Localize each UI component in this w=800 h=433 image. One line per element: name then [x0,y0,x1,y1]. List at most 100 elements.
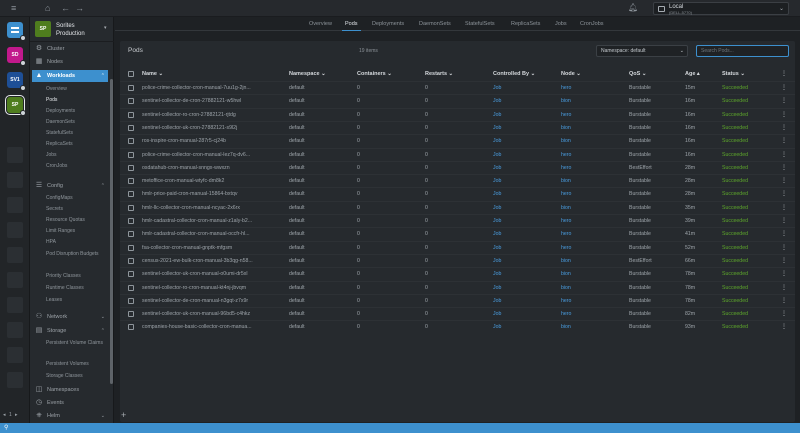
row-menu-icon[interactable]: ⋮ [781,244,787,252]
row-checkbox[interactable] [128,85,134,91]
tab-cronjobs[interactable]: CronJobs [580,19,604,29]
hotbar-empty-slot[interactable] [7,322,23,338]
sidebar-item-workloads[interactable]: ▲ Workloads ⌃ [32,70,108,82]
cluster-selector[interactable]: Local (DELL-5770) ⌄ [653,2,789,15]
column-header-containers[interactable]: Containers ⌄ [357,69,392,79]
table-row[interactable]: ros-inspire-cron-manual-287r5-cj24b defau… [120,134,795,147]
hotbar-catalog[interactable] [7,22,26,41]
pod-controlled-by[interactable]: Job [493,204,553,212]
sidebar-subitem-storage-classes[interactable]: Storage Classes [46,373,110,379]
pod-controlled-by[interactable]: Job [493,164,553,172]
table-row[interactable]: osdatahub-cron-manual-snngx-wwxzn default… [120,160,795,174]
hotbar-empty-slot[interactable] [7,272,23,288]
pod-node[interactable]: bion [561,284,621,292]
pod-node[interactable]: hero [561,217,621,225]
row-checkbox[interactable] [128,244,134,251]
tab-replicasets[interactable]: ReplicaSets [511,19,540,29]
pod-node[interactable]: hero [561,151,621,159]
hotbar-empty-slot[interactable] [7,297,23,313]
column-header-status[interactable]: Status ⌄ [722,69,745,79]
sidebar-subitem-pods[interactable]: Pods [46,97,110,103]
table-row[interactable]: sentinel-collector-uk-cron-manual-o0umi-… [120,267,795,280]
row-checkbox[interactable] [128,284,134,291]
table-row[interactable]: census-2021-ew-bulk-cron-manual-3b3qg-n5… [120,253,795,267]
column-header-name[interactable]: Name ⌄ [142,69,163,79]
sidebar-subitem-statefulsets[interactable]: StatefulSets [46,130,110,136]
row-menu-icon[interactable]: ⋮ [781,217,787,225]
pod-controlled-by[interactable]: Job [493,177,553,185]
row-menu-icon[interactable]: ⋮ [781,297,787,305]
pod-controlled-by[interactable]: Job [493,244,553,252]
pod-controlled-by[interactable]: Job [493,284,553,292]
hotbar-cluster-sd[interactable]: SD [7,47,26,66]
pod-node[interactable]: hero [561,310,621,318]
pod-node[interactable]: hero [561,164,621,172]
pod-node[interactable]: hero [561,190,621,198]
namespace-select[interactable]: Namespace: default ⌄ [596,45,688,57]
row-menu-icon[interactable]: ⋮ [781,204,787,212]
table-row[interactable]: sentinel-collector-ro-cron-manual-kt4nj-… [120,280,795,294]
sidebar-subitem-overview[interactable]: Overview [46,86,110,92]
sidebar-subitem-runtime-classes[interactable]: Runtime Classes [46,285,110,291]
table-row[interactable]: fsa-collector-cron-manual-gnptk-mfgsm def… [120,240,795,254]
table-row[interactable]: hmlr-llc-collector-cron-manual-ncyac-2x6… [120,200,795,214]
pod-node[interactable]: hero [561,111,621,119]
sidebar-subitem-configmaps[interactable]: ConfigMaps [46,195,110,201]
hotbar-empty-slot[interactable] [7,197,23,213]
sidebar-scrollbar[interactable] [110,79,113,384]
pod-node[interactable]: bion [561,323,621,331]
row-checkbox[interactable] [128,151,134,158]
notification-bell-icon[interactable]: 🔔︎ [628,3,638,13]
pod-node[interactable]: bion [561,97,621,105]
pod-node[interactable]: hero [561,84,621,92]
table-row[interactable]: sentinel-collector-ro-cron-27882121-rjtd… [120,107,795,121]
row-checkbox[interactable] [128,271,134,278]
cluster-header[interactable]: SP Sorites Production ▾ [30,17,114,42]
row-checkbox[interactable] [128,231,134,238]
row-menu-icon[interactable]: ⋮ [781,190,787,198]
hotbar-empty-slot[interactable] [7,247,23,263]
hotbar-empty-slot[interactable] [7,347,23,363]
row-menu-icon[interactable]: ⋮ [781,323,787,331]
column-header-age[interactable]: Age ▴ [685,69,700,79]
pod-controlled-by[interactable]: Job [493,257,553,265]
search-input[interactable] [696,45,789,57]
sidebar-subitem-replicasets[interactable]: ReplicaSets [46,141,110,147]
row-menu-icon[interactable]: ⋮ [781,310,787,318]
hotbar-cluster-sv1[interactable]: SV1 [7,72,26,91]
back-arrow-icon[interactable]: ← [61,3,70,13]
column-header-qos[interactable]: QoS ⌄ [629,69,646,79]
sidebar-subitem-priority-classes[interactable]: Priority Classes [46,273,110,279]
table-row[interactable]: police-crime-collector-cron-manual-lez7q… [120,147,795,161]
row-checkbox[interactable] [128,324,134,331]
row-checkbox[interactable] [128,204,134,211]
hotbar-empty-slot[interactable] [7,372,23,388]
pod-node[interactable]: bion [561,137,621,145]
pod-node[interactable]: hero [561,297,621,305]
table-row[interactable]: sentinel-collector-uk-cron-manual-96bd5-… [120,307,795,320]
sidebar-item-namespaces[interactable]: ◫ Namespaces [32,384,108,396]
add-tab-icon[interactable]: + [121,409,126,421]
table-row[interactable]: sentinel-collector-de-cron-manual-n3gqt-… [120,293,795,307]
column-header-restarts[interactable]: Restarts ⌄ [425,69,453,79]
column-header-node[interactable]: Node ⌄ [561,69,581,79]
row-checkbox[interactable] [128,297,134,304]
user-icon[interactable]: ⚲ [4,424,8,432]
sidebar-item-events[interactable]: ◷ Events [32,397,108,409]
forward-arrow-icon[interactable]: → [75,3,84,13]
hotbar-empty-slot[interactable] [7,172,23,188]
row-checkbox[interactable] [128,138,134,145]
sidebar-subitem-pod-disruption-budgets[interactable]: Pod Disruption Budgets [46,251,110,257]
tab-pods[interactable]: Pods [342,19,361,31]
row-menu-icon[interactable]: ⋮ [781,270,787,278]
pod-controlled-by[interactable]: Job [493,111,553,119]
table-row[interactable]: sentinel-collector-de-cron-27882121-w5hw… [120,94,795,107]
pod-controlled-by[interactable]: Job [493,310,553,318]
hotbar-empty-slot[interactable] [7,147,23,163]
pod-controlled-by[interactable]: Job [493,270,553,278]
hotbar-empty-slot[interactable] [7,222,23,238]
pod-node[interactable]: bion [561,270,621,278]
row-menu-icon[interactable]: ⋮ [781,111,787,119]
sidebar-item-config[interactable]: ☰ Config ⌃ [32,180,108,192]
tab-deployments[interactable]: Deployments [372,19,404,29]
